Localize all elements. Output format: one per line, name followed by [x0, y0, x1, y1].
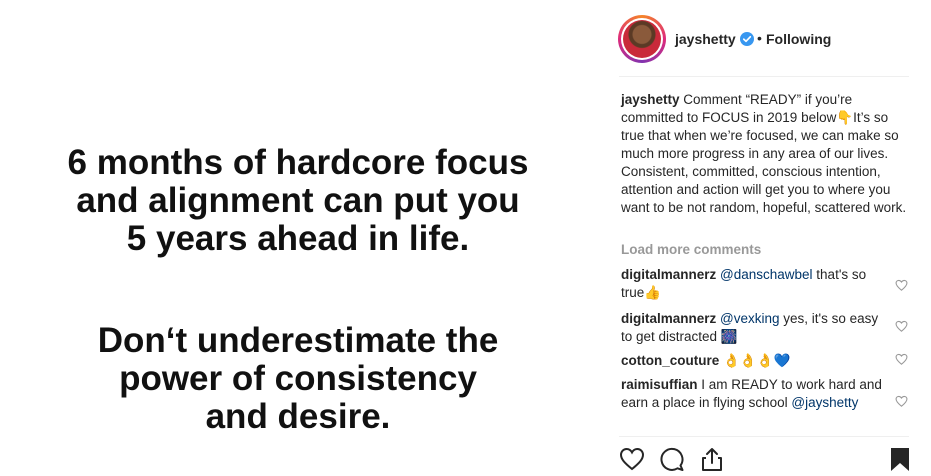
- comment-mention[interactable]: @jayshetty: [791, 395, 858, 410]
- comment-mention[interactable]: @vexking: [720, 311, 779, 326]
- post-header: jayshetty • Following: [597, 0, 931, 76]
- comment-text: 👌👌👌💙: [719, 353, 791, 368]
- action-bar: [597, 440, 931, 476]
- quote-line: Don‘t underestimate the: [97, 321, 499, 360]
- quote-line: 6 months of hardcore focus: [67, 143, 529, 182]
- avatar-photo: [623, 20, 661, 58]
- quote-block-1: 6 months of hardcore focus and alignment…: [0, 144, 596, 258]
- load-more-comments-button[interactable]: Load more comments: [621, 242, 761, 257]
- comments-divider: [619, 436, 909, 437]
- header-username[interactable]: jayshetty: [675, 31, 736, 47]
- share-icon[interactable]: [699, 446, 725, 472]
- heart-icon[interactable]: [619, 446, 645, 472]
- like-comment-heart-icon[interactable]: [895, 395, 908, 407]
- post-image: 6 months of hardcore focus and alignment…: [0, 0, 596, 476]
- comment-item: cotton_couture 👌👌👌💙: [621, 352, 883, 370]
- comment-username[interactable]: cotton_couture: [621, 353, 719, 368]
- quote-line: and desire.: [205, 397, 391, 436]
- verified-badge-icon: [740, 32, 754, 46]
- comment-item: digitalmannerz @danschawbel that's so tr…: [621, 266, 883, 302]
- comment-mention[interactable]: @danschawbel: [720, 267, 813, 282]
- avatar-image: [621, 18, 663, 60]
- following-button[interactable]: Following: [766, 31, 831, 47]
- comment-username[interactable]: raimisuffian: [621, 377, 698, 392]
- post-sidebar: jayshetty • Following jayshetty Comment …: [597, 0, 931, 476]
- quote-line: power of consistency: [119, 359, 477, 398]
- comment-item: raimisuffian I am READY to work hard and…: [621, 376, 883, 412]
- like-comment-heart-icon[interactable]: [895, 353, 908, 365]
- quote-line: 5 years ahead in life.: [126, 219, 470, 258]
- header-divider: [619, 76, 909, 77]
- quote-line: and alignment can put you: [76, 181, 520, 220]
- post-caption: jayshetty Comment “READY” if you’re comm…: [621, 91, 913, 217]
- comment-username[interactable]: digitalmannerz: [621, 311, 716, 326]
- caption-username[interactable]: jayshetty: [621, 92, 680, 107]
- comment-icon[interactable]: [659, 446, 685, 472]
- like-comment-heart-icon[interactable]: [895, 320, 908, 332]
- caption-text: Comment “READY” if you’re committed to F…: [621, 92, 907, 215]
- quote-block-2: Don‘t underestimate the power of consist…: [0, 322, 596, 436]
- separator-dot: •: [757, 30, 762, 46]
- comment-item: digitalmannerz @vexking yes, it's so eas…: [621, 310, 883, 346]
- like-comment-heart-icon[interactable]: [895, 279, 908, 291]
- comment-username[interactable]: digitalmannerz: [621, 267, 716, 282]
- avatar[interactable]: [618, 15, 666, 63]
- bookmark-icon[interactable]: [887, 446, 913, 472]
